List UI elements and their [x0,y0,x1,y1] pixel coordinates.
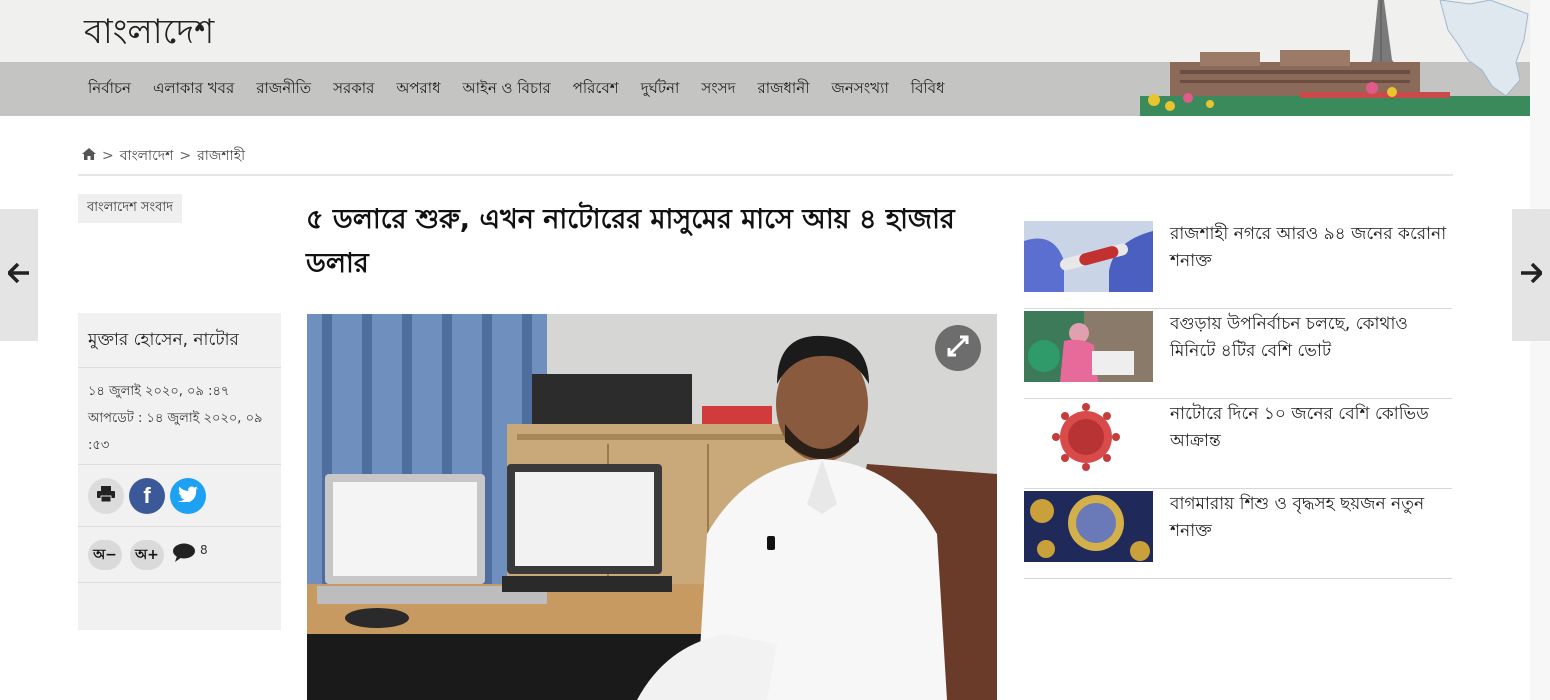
related-news-item[interactable]: বাগমারায় শিশু ও বৃদ্ধসহ ছয়জন নতুন শনাক… [1024,489,1452,579]
related-news-thumbnail[interactable] [1024,401,1153,472]
printer-icon [97,485,115,506]
nav-item-government[interactable]: সরকার [333,77,374,102]
nav-item-environment[interactable]: পরিবেশ [573,77,619,102]
article-meta-panel: মুক্তার হোসেন, নাটোর ১৪ জুলাই ২০২০, ০৯ :… [78,313,281,630]
article-dates: ১৪ জুলাই ২০২০, ০৯ :৪৭ আপডেট : ১৪ জুলাই ২… [78,368,281,465]
home-icon[interactable] [82,148,96,164]
breadcrumb-separator: > [179,148,192,164]
arrow-left-icon [6,262,30,287]
breadcrumb-rajshahi[interactable]: রাজশাহী [197,144,245,168]
updated-time: আপডেট : ১৪ জুলাই ২০২০, ০৯ :৫৩ [88,411,263,453]
facebook-icon: f [143,482,151,508]
author-name: মুক্তার হোসেন, নাটোর [78,313,281,368]
comment-icon[interactable] [172,543,196,567]
header-banner-illustration [1140,0,1530,116]
comment-count: 8 [200,542,208,557]
category-badge[interactable]: বাংলাদেশ সংবাদ [78,194,182,223]
font-decrease-button[interactable]: অ− [88,539,122,570]
twitter-share-button[interactable] [170,477,206,514]
previous-article-button[interactable] [0,209,38,341]
arrow-right-icon [1520,262,1544,287]
related-news-item[interactable]: বগুড়ায় উপনির্বাচন চলছে, কোথাও মিনিটে ৪… [1024,309,1452,399]
related-news-title[interactable]: রাজশাহী নগরে আরও ৯৪ জনের করোনা শনাক্ত [1170,221,1455,275]
nav-item-misc[interactable]: বিবিধ [911,77,945,102]
expand-icon [946,334,970,362]
related-news-thumbnail[interactable] [1024,311,1153,382]
nav-item-law-justice[interactable]: আইন ও বিচার [463,77,551,102]
related-news-title[interactable]: বাগমারায় শিশু ও বৃদ্ধসহ ছয়জন নতুন শনাক… [1170,491,1455,545]
related-news-thumbnail[interactable] [1024,491,1153,562]
share-bar: f [78,465,281,527]
related-news-list: রাজশাহী নগরে আরও ৯৪ জনের করোনা শনাক্ত বগ… [1024,219,1452,579]
site-title[interactable]: বাংলাদেশ [84,6,214,63]
nav-item-accident[interactable]: দুর্ঘটনা [641,77,680,102]
nav-item-capital[interactable]: রাজধানী [757,77,809,102]
print-button[interactable] [88,477,124,514]
related-news-item[interactable]: নাটোরে দিনে ১০ জনের বেশি কোভিড আক্রান্ত [1024,399,1452,489]
twitter-icon [178,486,198,506]
nav-item-local-news[interactable]: এলাকার খবর [153,77,234,102]
related-news-title[interactable]: বগুড়ায় উপনির্বাচন চলছে, কোথাও মিনিটে ৪… [1170,311,1455,365]
facebook-share-button[interactable]: f [129,477,165,514]
breadcrumb-divider [78,174,1453,176]
page-scroll-gutter [1530,0,1550,700]
nav-item-politics[interactable]: রাজনীতি [256,77,311,102]
nav-item-nirbachon[interactable]: নির্বাচন [88,77,131,102]
article-headline: ৫ ডলারে শুরু, এখন নাটোরের মাসুমের মাসে আ… [306,204,955,279]
font-increase-button[interactable]: অ+ [130,539,164,570]
related-news-title[interactable]: নাটোরে দিনে ১০ জনের বেশি কোভিড আক্রান্ত [1170,401,1455,455]
expand-photo-button[interactable] [935,325,981,371]
next-article-button[interactable] [1512,209,1550,341]
breadcrumb: > বাংলাদেশ > রাজশাহী [82,144,245,168]
font-tools: অ− অ+ 8 [78,527,281,583]
breadcrumb-bangladesh[interactable]: বাংলাদেশ [120,144,174,168]
nav-list: নির্বাচন এলাকার খবর রাজনীতি সরকার অপরাধ … [88,62,966,116]
article-main-photo[interactable] [307,314,997,700]
published-time: ১৪ জুলাই ২০২০, ০৯ :৪৭ [88,384,230,399]
breadcrumb-separator: > [102,148,114,164]
nav-item-parliament[interactable]: সংসদ [701,77,735,102]
nav-item-crime[interactable]: অপরাধ [396,77,440,102]
nav-item-population[interactable]: জনসংখ্যা [832,77,889,102]
related-news-thumbnail[interactable] [1024,221,1153,292]
related-news-item[interactable]: রাজশাহী নগরে আরও ৯৪ জনের করোনা শনাক্ত [1024,219,1452,309]
